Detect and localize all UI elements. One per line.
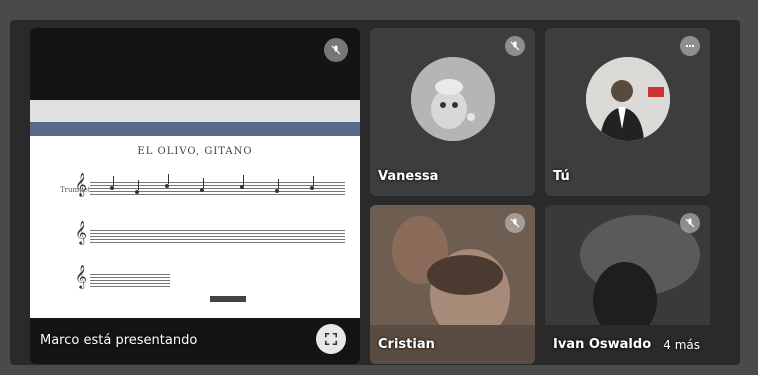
mic-off-icon (505, 36, 525, 56)
presentation-tile[interactable]: EL OLIVO, GITANO Trumpet 𝄞 𝄞 𝄞 Marco est… (30, 28, 360, 364)
sheet-music-document: EL OLIVO, GITANO Trumpet 𝄞 𝄞 𝄞 (30, 136, 360, 318)
participant-name: Vanessa (378, 169, 439, 184)
selection-highlight (210, 296, 246, 302)
participant-tile-cristian[interactable]: Cristian (370, 205, 535, 364)
more-participants-label[interactable]: 4 más (663, 338, 700, 352)
shared-screen: EL OLIVO, GITANO Trumpet 𝄞 𝄞 𝄞 (30, 100, 360, 318)
presenter-mic-off-icon (324, 38, 348, 62)
participant-name: Tú (553, 169, 570, 184)
shared-app-toolbar (30, 122, 360, 136)
participant-tile-vanessa[interactable]: Vanessa (370, 28, 535, 196)
music-staff-3 (90, 274, 170, 288)
participant-tile-you[interactable]: Tú (545, 28, 710, 196)
mic-off-icon (680, 213, 700, 233)
audio-level-icon (680, 36, 700, 56)
fullscreen-icon (324, 332, 338, 346)
avatar (410, 56, 495, 141)
sheet-music-title: EL OLIVO, GITANO (137, 146, 253, 157)
participant-name: Ivan Oswaldo (553, 337, 652, 352)
treble-clef-icon: 𝄞 (75, 220, 87, 244)
fullscreen-button[interactable] (316, 324, 346, 354)
shared-browser-tabs (30, 100, 360, 122)
music-staff-2 (90, 230, 345, 244)
participant-name: Cristian (378, 337, 435, 352)
treble-clef-icon: 𝄞 (75, 172, 87, 196)
music-staff-1 (90, 174, 345, 196)
presenter-label: Marco está presentando (40, 333, 198, 348)
participant-tile-ivan-oswaldo[interactable]: Ivan Oswaldo 4 más (545, 205, 710, 364)
mic-off-icon (505, 213, 525, 233)
avatar (585, 56, 670, 141)
treble-clef-icon: 𝄞 (75, 264, 87, 288)
